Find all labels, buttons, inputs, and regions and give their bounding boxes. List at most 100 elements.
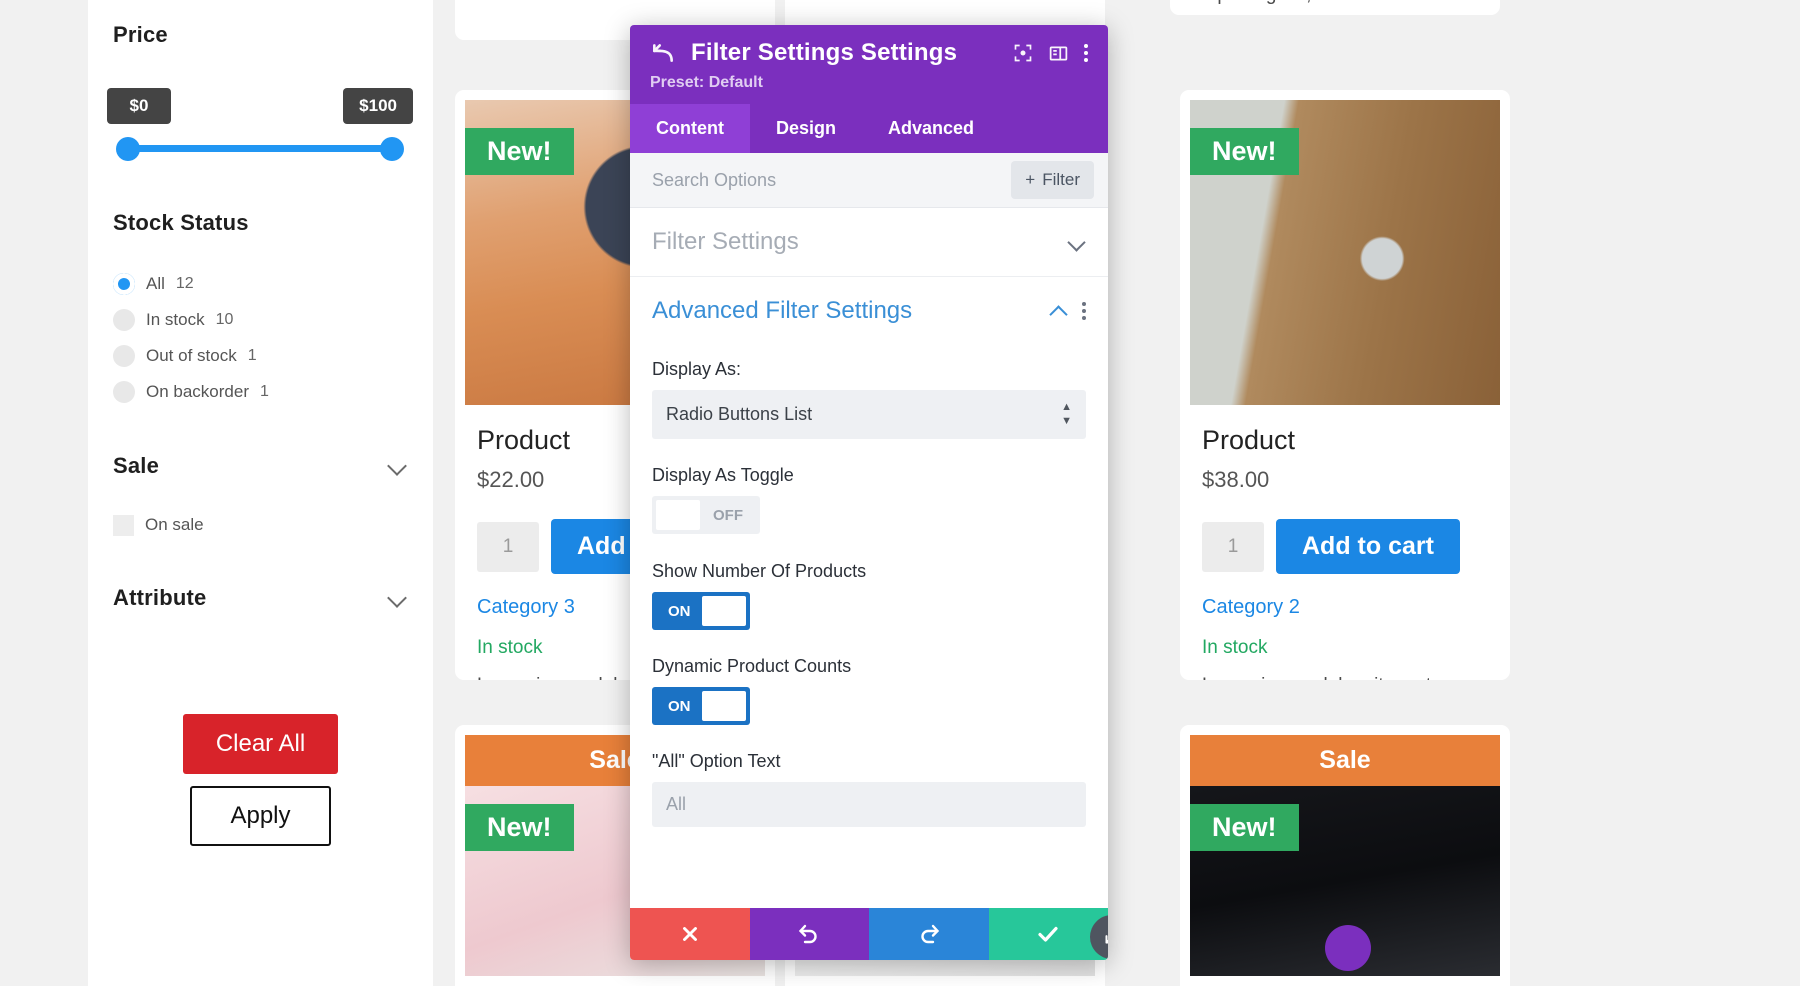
option-count: 10 — [215, 311, 234, 328]
product-category-link[interactable]: Category 2 — [1202, 596, 1488, 619]
toggle-state-label: ON — [668, 697, 691, 715]
cancel-button[interactable] — [630, 908, 750, 960]
option-count: 1 — [260, 383, 269, 400]
section-title: Filter Settings — [652, 228, 799, 255]
decorative-purple-dot — [1325, 925, 1371, 971]
filter-button-label: Filter — [1042, 170, 1080, 189]
chevron-down-icon[interactable] — [388, 456, 408, 476]
search-input[interactable] — [652, 169, 1012, 191]
kebab-menu-icon[interactable] — [1084, 44, 1088, 62]
product-card[interactable]: New! Product $38.00 1 Add to cart Catego… — [1180, 90, 1510, 680]
section-title: Advanced Filter Settings — [652, 297, 913, 324]
spinner-arrows-icon: ▲ ▼ — [1061, 401, 1072, 427]
slider-handle-min[interactable] — [116, 137, 140, 161]
product-card-partial-top-right[interactable]: adipiscing elit, sed do... — [1170, 0, 1500, 15]
sale-options: On sale — [113, 507, 408, 543]
sale-option-on-sale[interactable]: On sale — [113, 507, 408, 543]
price-min-label: $0 — [107, 88, 171, 124]
redo-button[interactable] — [869, 908, 989, 960]
radio-icon[interactable] — [113, 381, 135, 403]
modal-title: Filter Settings Settings — [691, 39, 958, 66]
panel-layout-icon[interactable] — [1048, 43, 1069, 64]
product-description: Lorem ipsum dolor sit amet, consectetur … — [1202, 671, 1488, 680]
stock-option-on-backorder[interactable]: On backorder 1 — [113, 374, 408, 410]
dynamic-product-counts-toggle[interactable]: ON — [652, 687, 750, 725]
sale-filter-header[interactable]: Sale — [113, 453, 408, 479]
option-label: On backorder — [146, 382, 249, 401]
filters-sidebar: Price $0 $100 Stock Status All 12 In sto… — [88, 0, 433, 986]
tab-content[interactable]: Content — [630, 104, 750, 153]
toggle-knob — [701, 691, 746, 721]
focus-frame-icon[interactable] — [1013, 43, 1033, 63]
quantity-input[interactable]: 1 — [1202, 521, 1264, 572]
show-number-of-products-toggle[interactable]: ON — [652, 592, 750, 630]
option-count: 12 — [175, 275, 194, 292]
stock-option-all[interactable]: All 12 — [113, 266, 408, 302]
sale-filter-title: Sale — [113, 453, 160, 478]
modal-header: Filter Settings Settings Preset: Default — [630, 25, 1108, 104]
section-advanced-filter-settings[interactable]: Advanced Filter Settings — [630, 277, 1108, 333]
tab-advanced[interactable]: Advanced — [862, 104, 1000, 153]
plus-icon: + — [1025, 170, 1036, 189]
option-label: All — [146, 274, 165, 293]
section-kebab-menu-icon[interactable] — [1082, 302, 1086, 320]
screen-root: Lorem ipsum dolor sit amet, consectetur … — [0, 0, 1800, 986]
new-badge: New! — [1190, 804, 1299, 851]
chevron-down-icon[interactable] — [1068, 233, 1086, 251]
dynamic-product-counts-label: Dynamic Product Counts — [652, 656, 852, 676]
stock-status-options: All 12 In stock 10 Out of stock 1 On bac… — [113, 266, 408, 410]
quantity-input[interactable]: 1 — [477, 521, 539, 572]
clear-all-button[interactable]: Clear All — [182, 714, 339, 774]
advanced-filter-fields: Display As: Radio Buttons List ▲ ▼ Displa… — [630, 333, 1108, 837]
sale-banner: Sale — [1190, 735, 1500, 786]
display-as-value: Radio Buttons List — [666, 404, 813, 424]
price-filter-title: Price — [113, 22, 168, 47]
undo-button[interactable] — [749, 908, 869, 960]
cart-row: 1 Add to cart — [1202, 519, 1488, 574]
stock-option-out-of-stock[interactable]: Out of stock 1 — [113, 338, 408, 374]
product-image[interactable]: New! — [1190, 100, 1500, 405]
product-name: Product — [1202, 425, 1296, 455]
attribute-filter-title: Attribute — [113, 585, 207, 610]
search-bar: + Filter — [630, 153, 1108, 208]
display-as-toggle[interactable]: OFF — [652, 496, 760, 534]
section-filter-settings[interactable]: Filter Settings — [630, 208, 1108, 277]
price-max-label: $100 — [343, 88, 413, 124]
all-option-text-input[interactable] — [652, 782, 1086, 827]
radio-icon[interactable] — [113, 345, 135, 367]
display-as-select[interactable]: Radio Buttons List ▲ ▼ — [652, 390, 1086, 439]
add-to-cart-button[interactable]: Add to cart — [1276, 519, 1460, 574]
display-as-label: Display As: — [652, 359, 742, 379]
option-label: Out of stock — [146, 346, 237, 365]
modal-body: Filter Settings Advanced Filter Settings… — [630, 208, 1108, 908]
option-count: 1 — [247, 347, 257, 364]
product-price: $38.00 — [1202, 467, 1270, 492]
product-stock-status: In stock — [1202, 637, 1268, 658]
checkbox-icon[interactable] — [113, 514, 134, 536]
modal-footer — [630, 908, 1108, 960]
new-badge: New! — [1190, 128, 1299, 175]
chevron-down-icon[interactable] — [388, 588, 408, 608]
option-label: On sale — [145, 515, 204, 534]
chevron-up-icon[interactable] — [1050, 302, 1068, 320]
radio-icon[interactable] — [113, 309, 135, 331]
preset-selector[interactable]: Preset: Default — [650, 74, 1088, 92]
product-description: adipiscing elit, sed do... — [1192, 0, 1478, 9]
attribute-filter-header[interactable]: Attribute — [113, 585, 408, 611]
radio-icon-selected[interactable] — [113, 273, 135, 295]
slider-track[interactable] — [126, 145, 394, 152]
add-filter-button[interactable]: + Filter — [1011, 161, 1094, 199]
toggle-knob — [656, 500, 700, 530]
stock-status-title: Stock Status — [113, 210, 249, 235]
filter-settings-modal: Filter Settings Settings Preset: Default… — [630, 25, 1108, 960]
apply-button[interactable]: Apply — [190, 786, 331, 846]
modal-tabs: Content Design Advanced — [630, 104, 1108, 153]
slider-handle-max[interactable] — [380, 137, 404, 161]
back-arrow-icon[interactable] — [650, 40, 676, 66]
tab-design[interactable]: Design — [750, 104, 862, 153]
toggle-knob — [701, 596, 746, 626]
price-range-slider[interactable]: $0 $100 — [107, 88, 413, 161]
all-option-text-label: "All" Option Text — [652, 751, 781, 771]
stock-option-in-stock[interactable]: In stock 10 — [113, 302, 408, 338]
new-badge: New! — [465, 128, 574, 175]
